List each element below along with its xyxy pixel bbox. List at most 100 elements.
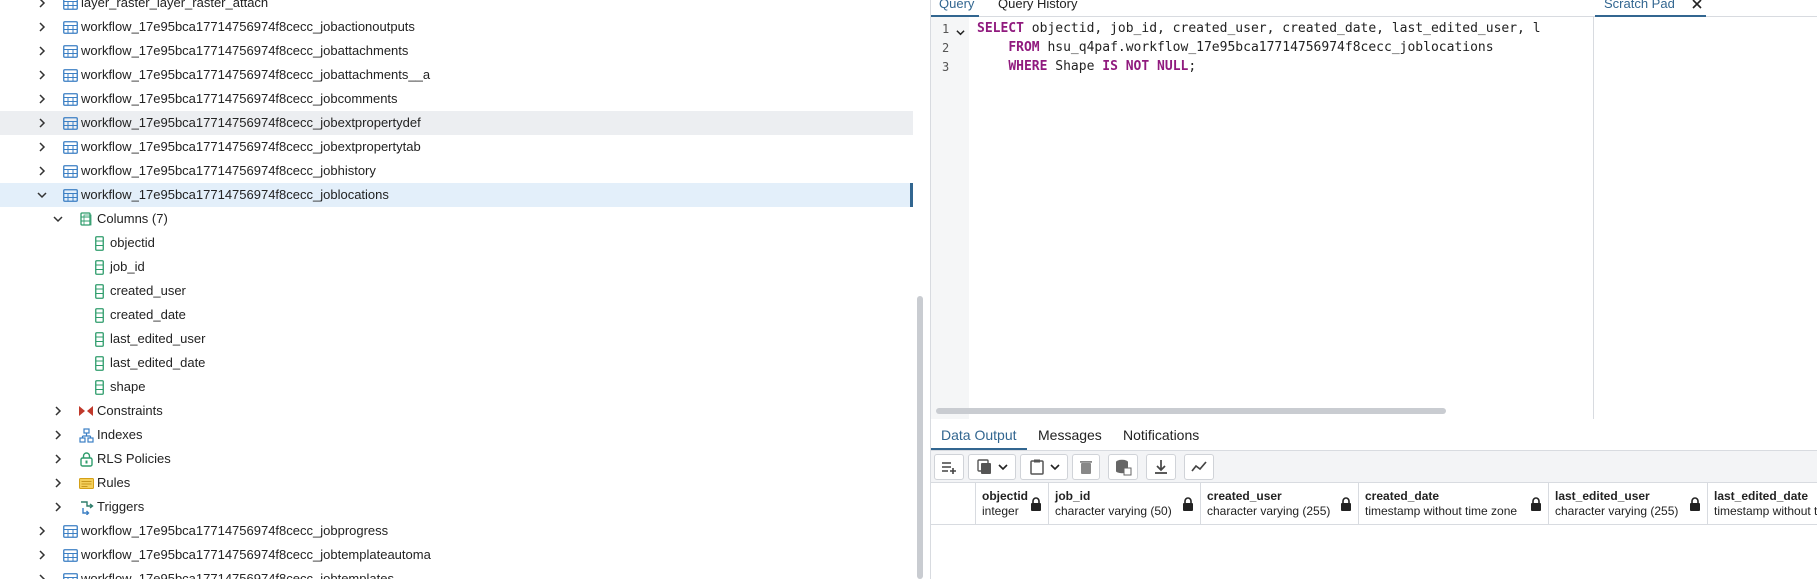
line-number: 2 — [942, 41, 950, 55]
add-row-button[interactable] — [934, 454, 964, 480]
rls-policies-icon — [78, 451, 94, 467]
chevron-right-icon[interactable] — [35, 0, 49, 10]
graph-visualiser-button[interactable] — [1184, 454, 1214, 480]
table-icon — [62, 571, 78, 579]
tab-data-output[interactable]: Data Output — [941, 419, 1017, 451]
column-name: created_date — [1365, 489, 1440, 503]
chevron-right-icon[interactable] — [35, 116, 49, 130]
column-header-objectid[interactable]: objectid integer — [975, 483, 1048, 525]
column-name: last_edited_user — [1555, 489, 1650, 503]
tree-item-last-edited-user[interactable]: last_edited_user — [0, 327, 913, 351]
tree-item-columns-7[interactable]: Columns (7) — [0, 207, 913, 231]
tree-item-indexes[interactable]: Indexes — [0, 423, 913, 447]
chevron-right-icon[interactable] — [35, 572, 49, 579]
chevron-right-icon[interactable] — [35, 524, 49, 538]
table-icon — [62, 43, 78, 59]
chevron-right-icon[interactable] — [35, 92, 49, 106]
tab-notifications[interactable]: Notifications — [1123, 419, 1199, 451]
editor-horizontal-scrollbar[interactable] — [936, 408, 1446, 414]
query-tool-panel: Query Query History Scratch Pad 1 2 3 SE… — [930, 0, 1817, 579]
save-data-button[interactable] — [1108, 454, 1138, 480]
delete-button[interactable] — [1072, 454, 1100, 480]
tab-query[interactable]: Query — [939, 0, 974, 16]
chevron-right-icon[interactable] — [51, 428, 65, 442]
column-header-last-edited-user[interactable]: last_edited_user character varying (255) — [1548, 483, 1707, 525]
tree-item-workflow-17e95bca17714756974f8cecc-joblocations[interactable]: workflow_17e95bca17714756974f8cecc_joblo… — [0, 183, 913, 207]
chevron-down-icon[interactable] — [1050, 462, 1060, 472]
chevron-right-icon[interactable] — [35, 140, 49, 154]
indexes-icon — [78, 427, 94, 443]
fold-chevron-icon[interactable] — [956, 25, 965, 40]
copy-button[interactable] — [968, 454, 1016, 480]
tree-item-constraints[interactable]: Constraints — [0, 399, 913, 423]
tree-item-workflow-17e95bca17714756974f8cecc-jobactionoutputs[interactable]: workflow_17e95bca17714756974f8cecc_jobac… — [0, 15, 913, 39]
tree-item-label: job_id — [110, 259, 145, 274]
graph-icon — [1191, 461, 1207, 472]
object-explorer-tree: layer_raster_layer_raster_attach workflow… — [0, 0, 916, 579]
tree-item-workflow-17e95bca17714756974f8cecc-jobhistory[interactable]: workflow_17e95bca17714756974f8cecc_jobhi… — [0, 159, 913, 183]
tree-item-workflow-17e95bca17714756974f8cecc-jobattachments-a[interactable]: workflow_17e95bca17714756974f8cecc_jobat… — [0, 63, 913, 87]
column-header-created-user[interactable]: created_user character varying (255) — [1200, 483, 1358, 525]
tree-item-objectid[interactable]: objectid — [0, 231, 913, 255]
tree-item-label: workflow_17e95bca17714756974f8cecc_jobex… — [81, 139, 421, 154]
tree-item-label: objectid — [110, 235, 155, 250]
chevron-right-icon[interactable] — [35, 164, 49, 178]
tab-scratch-pad[interactable]: Scratch Pad — [1604, 0, 1675, 16]
scratch-pad-area[interactable] — [1594, 17, 1817, 419]
chevron-right-icon[interactable] — [51, 476, 65, 490]
tree-item-workflow-17e95bca17714756974f8cecc-jobattachments[interactable]: workflow_17e95bca17714756974f8cecc_jobat… — [0, 39, 913, 63]
column-name: last_edited_date — [1714, 489, 1809, 503]
column-type: character varying (255) — [1207, 504, 1331, 518]
chevron-right-icon[interactable] — [35, 20, 49, 34]
tree-item-last-edited-date[interactable]: last_edited_date — [0, 351, 913, 375]
column-header-created-date[interactable]: created_date timestamp without time zone — [1358, 483, 1548, 525]
tree-item-workflow-17e95bca17714756974f8cecc-jobtemplates[interactable]: workflow_17e95bca17714756974f8cecc_jobte… — [0, 567, 913, 579]
save-data-icon — [1116, 459, 1132, 476]
tree-item-workflow-17e95bca17714756974f8cecc-jobprogress[interactable]: workflow_17e95bca17714756974f8cecc_jobpr… — [0, 519, 913, 543]
tree-item-created-date[interactable]: created_date — [0, 303, 913, 327]
line-number: 1 — [942, 22, 950, 36]
tree-item-shape[interactable]: shape — [0, 375, 913, 399]
sql-text: hsu_q4paf.workflow_17e95bca17714756974f8… — [1039, 40, 1494, 55]
sql-keyword: WHERE — [1008, 59, 1048, 74]
add-row-icon — [942, 462, 956, 474]
tree-item-created-user[interactable]: created_user — [0, 279, 913, 303]
row-number-header[interactable] — [931, 483, 975, 525]
chevron-right-icon[interactable] — [51, 452, 65, 466]
chevron-right-icon[interactable] — [51, 500, 65, 514]
download-button[interactable] — [1146, 454, 1176, 480]
chevron-down-icon[interactable] — [998, 462, 1008, 472]
tree-item-workflow-17e95bca17714756974f8cecc-jobcomments[interactable]: workflow_17e95bca17714756974f8cecc_jobco… — [0, 87, 913, 111]
chevron-right-icon[interactable] — [35, 68, 49, 82]
chevron-down-icon[interactable] — [35, 188, 49, 202]
table-icon — [62, 115, 78, 131]
tree-item-label: Constraints — [97, 403, 163, 418]
column-icon — [91, 355, 107, 371]
column-type: timestamp without time zone — [1365, 504, 1518, 518]
tree-item-job-id[interactable]: job_id — [0, 255, 913, 279]
tree-scrollbar-thumb[interactable] — [917, 296, 923, 579]
column-header-job-id[interactable]: job_id character varying (50) — [1048, 483, 1200, 525]
column-header-last-edited-date[interactable]: last_edited_date timestamp without time … — [1707, 483, 1817, 525]
tree-item-label: workflow_17e95bca17714756974f8cecc_jobhi… — [81, 163, 376, 178]
sql-text: Shape — [1047, 59, 1103, 74]
paste-button[interactable] — [1020, 454, 1068, 480]
chevron-right-icon[interactable] — [51, 404, 65, 418]
tree-item-layer-raster-layer-raster-attach[interactable]: layer_raster_layer_raster_attach — [0, 0, 913, 15]
app-window: layer_raster_layer_raster_attach workflow… — [0, 0, 1817, 579]
tree-item-rls-policies[interactable]: RLS Policies — [0, 447, 913, 471]
chevron-down-icon[interactable] — [51, 212, 65, 226]
chevron-right-icon[interactable] — [35, 548, 49, 562]
chevron-right-icon[interactable] — [35, 44, 49, 58]
lock-icon — [1031, 497, 1041, 511]
tree-item-workflow-17e95bca17714756974f8cecc-jobtemplateautoma[interactable]: workflow_17e95bca17714756974f8cecc_jobte… — [0, 543, 913, 567]
tree-item-workflow-17e95bca17714756974f8cecc-jobextpropertydef[interactable]: workflow_17e95bca17714756974f8cecc_jobex… — [0, 111, 913, 135]
sql-editor[interactable]: 1 2 3 SELECT objectid, job_id, created_u… — [931, 17, 1594, 419]
tab-query-history[interactable]: Query History — [998, 0, 1077, 16]
column-type: character varying (50) — [1055, 504, 1172, 518]
tree-item-workflow-17e95bca17714756974f8cecc-jobextpropertytab[interactable]: workflow_17e95bca17714756974f8cecc_jobex… — [0, 135, 913, 159]
tree-item-rules[interactable]: Rules — [0, 471, 913, 495]
tree-item-triggers[interactable]: Triggers — [0, 495, 913, 519]
paste-icon — [1030, 459, 1044, 475]
tab-messages[interactable]: Messages — [1038, 419, 1102, 451]
